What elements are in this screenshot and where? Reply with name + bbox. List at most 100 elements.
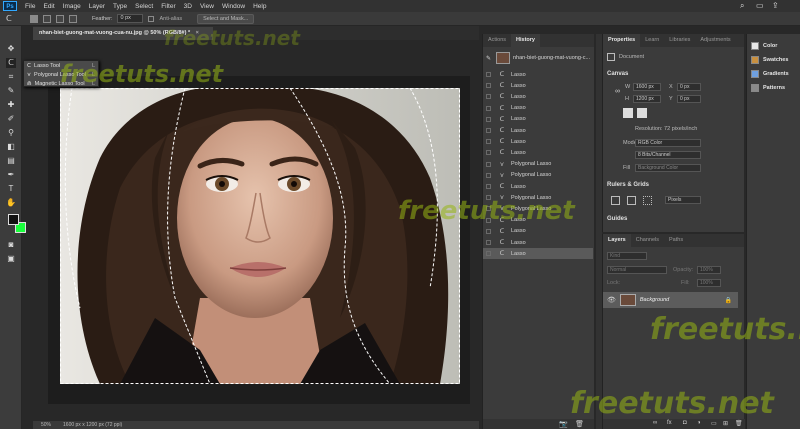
history-checkbox[interactable] bbox=[486, 240, 491, 245]
layer-row-background[interactable]: 👁 Background 🔒 bbox=[603, 292, 738, 308]
tab-paths[interactable]: Paths bbox=[664, 234, 688, 247]
history-checkbox[interactable] bbox=[486, 139, 491, 145]
history-state[interactable]: ⋎ Polygonal Lasso bbox=[483, 170, 593, 181]
flyout-magnetic-lasso-tool[interactable]: ⋒ Magnetic Lasso Tool L bbox=[24, 79, 98, 88]
gradient-tool-icon[interactable]: ▤ bbox=[6, 156, 16, 166]
tab-layers[interactable]: Layers bbox=[603, 234, 631, 247]
tab-history[interactable]: History bbox=[511, 34, 540, 47]
quick-mask-icon[interactable]: ◙ bbox=[6, 240, 16, 250]
eyedropper-tool-icon[interactable]: ✎ bbox=[6, 86, 16, 96]
foreground-color-swatch[interactable] bbox=[8, 214, 19, 225]
history-checkbox[interactable] bbox=[486, 150, 491, 156]
portrait-orientation-icon[interactable] bbox=[623, 108, 633, 118]
new-snapshot-icon[interactable]: 📷 bbox=[559, 420, 568, 428]
opacity-field[interactable]: 100% bbox=[697, 266, 721, 274]
menu-edit[interactable]: Edit bbox=[39, 3, 58, 10]
link-layers-icon[interactable]: ∞ bbox=[653, 420, 657, 426]
folder-icon[interactable]: ▭ bbox=[711, 420, 717, 427]
x-field[interactable]: 0 px bbox=[677, 83, 701, 91]
share-icon[interactable]: ⇪ bbox=[772, 1, 779, 10]
blend-mode-select[interactable]: Normal bbox=[607, 266, 667, 274]
visibility-eye-icon[interactable]: 👁 bbox=[607, 296, 616, 304]
brush-tool-icon[interactable]: ✐ bbox=[6, 114, 16, 124]
tab-libraries[interactable]: Libraries bbox=[664, 34, 695, 47]
history-state[interactable]: ᑕ Lasso bbox=[483, 69, 593, 80]
search-icon[interactable]: ⌕ bbox=[740, 1, 744, 11]
flyout-polygonal-lasso-tool[interactable]: ⋎ Polygonal Lasso Tool L bbox=[24, 70, 98, 79]
screen-mode-icon[interactable]: ▣ bbox=[6, 254, 16, 264]
tab-learn[interactable]: Learn bbox=[640, 34, 664, 47]
document-tab[interactable]: nhan-biet-guong-mat-vuong-cua-nu.jpg @ 5… bbox=[33, 27, 213, 40]
units-select[interactable]: Pixels bbox=[665, 196, 701, 204]
history-checkbox[interactable] bbox=[486, 206, 491, 212]
history-state[interactable]: ⋎ Polygonal Lasso bbox=[483, 192, 593, 203]
side-swatches[interactable]: Swatches bbox=[751, 56, 788, 64]
history-state[interactable]: ᑕ Lasso bbox=[483, 215, 593, 226]
intersect-selection-icon[interactable] bbox=[69, 14, 77, 23]
menu-view[interactable]: View bbox=[196, 3, 218, 10]
history-state[interactable]: ᑕ Lasso bbox=[483, 114, 593, 125]
mask-icon[interactable]: ◘ bbox=[683, 420, 687, 426]
history-checkbox[interactable] bbox=[486, 128, 491, 133]
move-tool-icon[interactable]: ✥ bbox=[6, 44, 16, 54]
menu-image[interactable]: Image bbox=[59, 3, 85, 10]
menu-3d[interactable]: 3D bbox=[180, 3, 196, 10]
adjustment-layer-icon[interactable]: ◑ bbox=[697, 420, 701, 426]
antialias-checkbox[interactable] bbox=[148, 15, 155, 22]
height-field[interactable]: 1200 px bbox=[633, 95, 661, 103]
history-state[interactable]: ᑕ Lasso bbox=[483, 80, 593, 91]
link-icon[interactable]: ∞ bbox=[615, 88, 620, 95]
history-state[interactable]: ⋎ Polygonal Lasso bbox=[483, 203, 593, 214]
menu-select[interactable]: Select bbox=[131, 3, 157, 10]
crop-tool-icon[interactable]: ⌗ bbox=[6, 72, 16, 82]
eraser-tool-icon[interactable]: ◧ bbox=[6, 142, 16, 152]
type-tool-icon[interactable]: T bbox=[6, 184, 16, 194]
select-and-mask-button[interactable]: Select and Mask... bbox=[197, 13, 255, 24]
subtract-selection-icon[interactable] bbox=[56, 14, 64, 23]
portrait-photo[interactable] bbox=[60, 88, 460, 384]
photoshop-logo[interactable]: Ps bbox=[3, 1, 17, 11]
history-checkbox[interactable] bbox=[486, 83, 491, 89]
history-checkbox[interactable] bbox=[486, 251, 491, 257]
history-checkbox[interactable] bbox=[486, 195, 491, 201]
history-checkbox[interactable] bbox=[486, 105, 491, 111]
layer-name[interactable]: Background bbox=[640, 297, 669, 303]
new-selection-icon[interactable] bbox=[30, 14, 38, 23]
pen-tool-icon[interactable]: ✒ bbox=[6, 170, 16, 180]
side-patterns[interactable]: Patterns bbox=[751, 84, 785, 92]
tab-channels[interactable]: Channels bbox=[631, 234, 664, 247]
fill-select[interactable]: Background Color bbox=[635, 164, 701, 172]
stamp-tool-icon[interactable]: ⚲ bbox=[6, 128, 16, 138]
history-state[interactable]: ⋎ Polygonal Lasso bbox=[483, 159, 593, 170]
history-checkbox[interactable] bbox=[486, 172, 491, 178]
history-checkbox[interactable] bbox=[486, 228, 491, 234]
rulers-grids-section-head[interactable]: Rulers & Grids bbox=[607, 182, 649, 188]
add-selection-icon[interactable] bbox=[43, 14, 51, 23]
menu-help[interactable]: Help bbox=[249, 3, 270, 10]
history-state[interactable]: ᑕ Lasso bbox=[483, 237, 593, 248]
menu-filter[interactable]: Filter bbox=[157, 3, 179, 10]
history-state[interactable]: ᑕ Lasso bbox=[483, 226, 593, 237]
grid-icon[interactable] bbox=[627, 196, 636, 205]
fx-icon[interactable]: fx bbox=[667, 420, 672, 426]
healing-brush-icon[interactable]: ✚ bbox=[6, 100, 16, 110]
history-state[interactable]: ᑕ Lasso bbox=[483, 136, 593, 147]
lasso-tool-icon[interactable]: ᑕ bbox=[6, 58, 16, 68]
bit-depth-select[interactable]: 8 Bits/Channel bbox=[635, 151, 701, 159]
close-icon[interactable]: × bbox=[196, 30, 199, 36]
y-field[interactable]: 0 px bbox=[677, 95, 701, 103]
mode-select[interactable]: RGB Color bbox=[635, 139, 701, 147]
fill-field[interactable]: 100% bbox=[697, 279, 721, 287]
history-checkbox[interactable] bbox=[486, 94, 491, 100]
history-state[interactable]: ᑕ Lasso bbox=[483, 181, 593, 192]
feather-input[interactable]: 0 px bbox=[117, 14, 144, 23]
history-checkbox[interactable] bbox=[486, 184, 491, 189]
tab-properties[interactable]: Properties bbox=[603, 34, 641, 47]
lasso-preset-icon[interactable]: ᑕ bbox=[6, 14, 12, 23]
ruler-icon[interactable] bbox=[611, 196, 620, 205]
history-state[interactable]: ᑕ Lasso bbox=[483, 147, 593, 158]
tab-adjustments[interactable]: Adjustments bbox=[695, 34, 735, 47]
canvas-section-head[interactable]: Canvas bbox=[607, 71, 628, 77]
tab-actions[interactable]: Actions bbox=[483, 34, 511, 47]
width-field[interactable]: 1600 px bbox=[633, 83, 661, 91]
